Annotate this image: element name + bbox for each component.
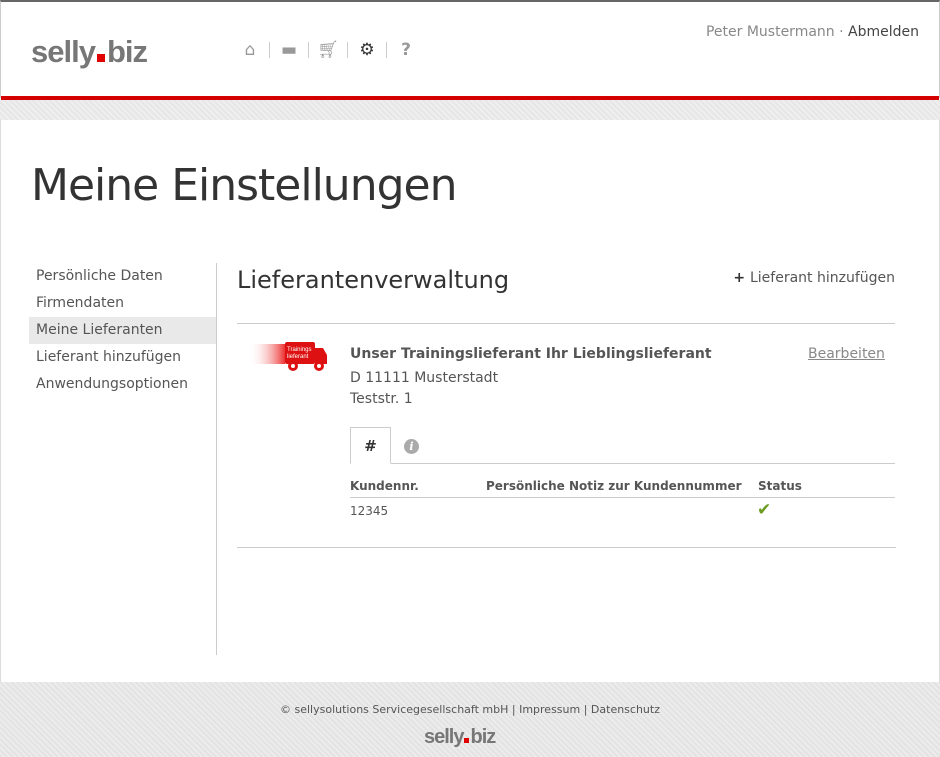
header-stripe bbox=[0, 100, 940, 120]
divider bbox=[237, 323, 895, 324]
customer-number: 12345 bbox=[350, 504, 389, 518]
sidebar-item-persoenliche-daten[interactable]: Persönliche Daten bbox=[29, 263, 216, 290]
user-area: Peter Mustermann · Abmelden bbox=[706, 24, 919, 40]
footer-logo: selly biz bbox=[424, 726, 496, 749]
column-header: Status bbox=[758, 479, 802, 493]
sidebar-item-lieferant-hinzufuegen[interactable]: Lieferant hinzufügen bbox=[29, 344, 216, 371]
separator: | bbox=[580, 703, 591, 716]
cart-icon[interactable]: 🛒︎ bbox=[317, 40, 339, 60]
divider bbox=[216, 263, 217, 655]
help-icon[interactable]: ? bbox=[395, 40, 417, 60]
divider bbox=[308, 42, 309, 58]
supplier-name: Unser Trainingslieferant Ihr Lieblingsli… bbox=[350, 346, 712, 362]
chat-icon[interactable]: ▬ bbox=[278, 40, 300, 60]
content: Meine Einstellungen Persönliche Daten Fi… bbox=[0, 120, 940, 682]
svg-text:Trainings: Trainings bbox=[287, 347, 311, 353]
section-title: Lieferantenverwaltung bbox=[237, 266, 510, 294]
plus-icon: + bbox=[733, 270, 750, 286]
supplier-tabs: # i bbox=[350, 427, 895, 464]
sidebar: Persönliche Daten Firmendaten Meine Lief… bbox=[29, 263, 216, 398]
tab-customer-number[interactable]: # bbox=[350, 427, 391, 464]
check-icon: ✔ bbox=[757, 500, 772, 520]
tab-info[interactable]: i bbox=[391, 427, 432, 464]
svg-text:lieferant: lieferant bbox=[287, 354, 309, 360]
divider bbox=[269, 42, 270, 58]
logo-text: selly bbox=[31, 34, 96, 69]
page-title: Meine Einstellungen bbox=[31, 160, 457, 211]
logout-link[interactable]: Abmelden bbox=[848, 24, 919, 40]
copyright: © sellysolutions Servicegesellschaft mbH bbox=[280, 703, 509, 716]
supplier-address: D 11111 Musterstadt Teststr. 1 bbox=[350, 368, 498, 410]
logo-text: selly bbox=[424, 726, 464, 748]
supplier-street: Teststr. 1 bbox=[350, 391, 413, 407]
logo[interactable]: selly biz bbox=[31, 34, 148, 70]
home-icon[interactable]: ⌂ bbox=[239, 40, 261, 60]
edit-link[interactable]: Bearbeiten bbox=[808, 346, 885, 362]
divider bbox=[386, 42, 387, 58]
logo-text: biz bbox=[470, 726, 496, 748]
header: selly biz ⌂ ▬ 🛒︎ ⚙ ? Peter Mustermann · A… bbox=[0, 0, 940, 98]
info-icon: i bbox=[404, 439, 419, 454]
logo-text: biz bbox=[106, 34, 148, 69]
sidebar-item-anwendungsoptionen[interactable]: Anwendungsoptionen bbox=[29, 371, 216, 398]
add-supplier-button[interactable]: + Lieferant hinzufügen bbox=[733, 270, 895, 286]
truck-icon: Trainings lieferant bbox=[249, 342, 327, 371]
user-name: Peter Mustermann bbox=[705, 24, 835, 40]
logo-dot bbox=[464, 738, 470, 743]
supplier-city: D 11111 Musterstadt bbox=[350, 370, 499, 386]
footer-links: © sellysolutions Servicegesellschaft mbH… bbox=[0, 703, 940, 716]
column-header: Kundennr. bbox=[350, 479, 419, 493]
sidebar-item-firmendaten[interactable]: Firmendaten bbox=[29, 290, 216, 317]
sidebar-item-meine-lieferanten[interactable]: Meine Lieferanten bbox=[29, 317, 216, 344]
divider bbox=[347, 42, 348, 58]
footer: © sellysolutions Servicegesellschaft mbH… bbox=[0, 682, 940, 757]
main-nav: ⌂ ▬ 🛒︎ ⚙ ? bbox=[239, 40, 417, 60]
add-supplier-label: Lieferant hinzufügen bbox=[749, 270, 895, 286]
divider bbox=[237, 547, 896, 548]
impressum-link[interactable]: Impressum bbox=[519, 703, 580, 716]
divider bbox=[350, 497, 895, 498]
logo-dot bbox=[96, 54, 105, 62]
column-header: Persönliche Notiz zur Kundennummer bbox=[486, 479, 742, 493]
datenschutz-link[interactable]: Datenschutz bbox=[591, 703, 660, 716]
separator: · bbox=[834, 24, 849, 40]
separator: | bbox=[508, 703, 520, 716]
gear-icon[interactable]: ⚙ bbox=[356, 40, 378, 60]
